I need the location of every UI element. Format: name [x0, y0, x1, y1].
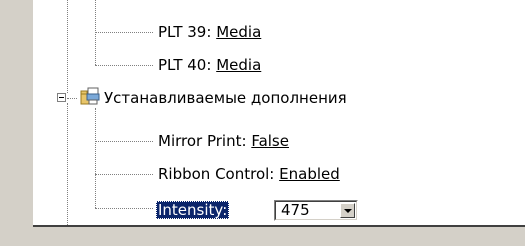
- tree-branch: [95, 174, 153, 175]
- tree-branch: [95, 65, 153, 66]
- tree-branch: [95, 141, 153, 142]
- tree-item-mirror-print[interactable]: Mirror Print: False: [158, 130, 289, 152]
- tree-item-plt40[interactable]: PLT 40: Media: [158, 54, 261, 76]
- property-value-link[interactable]: Enabled: [279, 165, 340, 183]
- selected-property-label: Intensity:: [156, 201, 230, 219]
- tree-line-root: [67, 0, 68, 93]
- property-label: PLT 40:: [158, 56, 212, 74]
- tree-branch: [95, 32, 153, 33]
- group-label: Устанавливаемые дополнения: [104, 89, 347, 107]
- property-value-link[interactable]: Media: [216, 56, 261, 74]
- tree-item-ribbon-control[interactable]: Ribbon Control: Enabled: [158, 163, 340, 185]
- tree-item-plt39[interactable]: PLT 39: Media: [158, 21, 261, 43]
- combobox-frame: 475: [275, 201, 357, 220]
- collapse-toggle-icon[interactable]: [57, 93, 66, 102]
- tree-line-group: [95, 108, 96, 208]
- tree-line-root-lower: [67, 103, 68, 225]
- property-value-link[interactable]: False: [251, 132, 289, 150]
- dropdown-arrow-icon[interactable]: [340, 203, 355, 218]
- property-label: Mirror Print:: [158, 132, 247, 150]
- property-label: PLT 39:: [158, 23, 212, 41]
- tree-branch: [67, 98, 77, 99]
- property-label: Ribbon Control:: [158, 165, 275, 183]
- intensity-value[interactable]: 475: [281, 202, 310, 219]
- tree-group-installable-options[interactable]: Устанавливаемые дополнения: [104, 87, 347, 109]
- panel-bottom-edge: [33, 225, 525, 227]
- intensity-combobox[interactable]: 475: [274, 200, 358, 221]
- property-value-link[interactable]: Media: [216, 23, 261, 41]
- tree-item-intensity[interactable]: Intensity:: [156, 199, 230, 221]
- property-tree-panel: [33, 0, 525, 225]
- printer-folder-icon: [80, 87, 100, 105]
- tree-branch: [95, 208, 153, 209]
